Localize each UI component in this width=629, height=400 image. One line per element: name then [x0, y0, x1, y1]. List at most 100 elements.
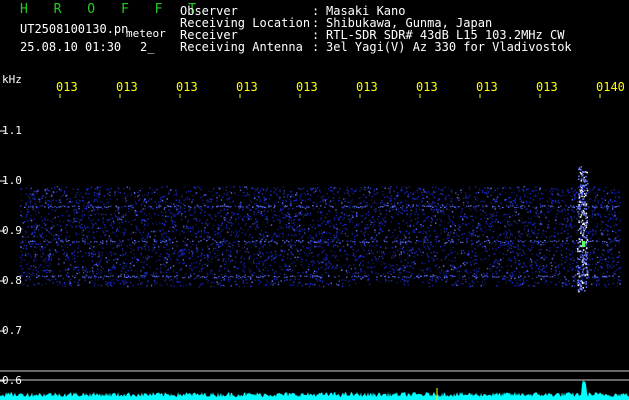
noise-dot — [191, 214, 193, 216]
noise-dot — [177, 281, 179, 283]
noise-dot — [423, 213, 425, 215]
noise-dot — [336, 264, 339, 267]
noise-dot — [594, 248, 596, 250]
noise-dot — [509, 187, 511, 189]
noise-dot — [24, 221, 26, 223]
noise-dot — [529, 250, 531, 252]
noise-dot — [111, 217, 113, 220]
noise-dot — [110, 251, 112, 254]
noise-dot — [476, 210, 478, 212]
noise-dot — [394, 237, 396, 240]
noise-dot — [223, 209, 225, 211]
noise-dot — [147, 254, 149, 257]
noise-dot — [167, 268, 170, 271]
noise-dot — [485, 190, 488, 192]
noise-dot — [253, 213, 255, 215]
noise-dot — [52, 224, 54, 226]
noise-dot — [601, 227, 603, 229]
noise-dot — [229, 191, 231, 193]
noise-dot — [612, 240, 614, 243]
noise-dot — [291, 247, 293, 250]
noise-dot — [404, 241, 407, 244]
noise-dot — [72, 201, 74, 203]
noise-dot — [162, 223, 164, 225]
noise-dot — [443, 187, 445, 189]
noise-dot — [96, 193, 98, 195]
noise-dot — [388, 280, 390, 282]
noise-dot — [203, 232, 206, 234]
noise-dot — [398, 254, 401, 256]
noise-dot — [310, 237, 313, 239]
noise-dot — [201, 252, 203, 255]
noise-dot — [596, 191, 599, 193]
noise-dot — [298, 233, 301, 235]
noise-dot — [308, 266, 310, 268]
noise-dot — [199, 187, 201, 189]
noise-dot — [379, 224, 381, 227]
noise-dot — [282, 260, 284, 262]
noise-dot — [115, 210, 117, 213]
noise-dot — [315, 235, 317, 237]
noise-dot — [402, 246, 405, 248]
noise-dot — [125, 199, 128, 202]
noise-dot — [407, 193, 410, 195]
noise-dot — [154, 247, 156, 249]
noise-dot — [581, 278, 583, 280]
noise-dot — [448, 187, 450, 189]
noise-dot — [368, 214, 370, 216]
noise-dot — [270, 190, 272, 192]
noise-dot — [619, 271, 622, 273]
noise-dot — [223, 258, 225, 261]
noise-dot — [567, 236, 569, 239]
noise-dot — [397, 192, 399, 194]
noise-dot — [586, 243, 588, 246]
noise-dot — [525, 257, 528, 259]
noise-dot — [204, 221, 207, 224]
noise-dot — [97, 219, 100, 221]
noise-dot — [556, 213, 558, 216]
noise-dot — [346, 272, 348, 274]
noise-dot — [407, 196, 410, 198]
noise-dot — [103, 224, 106, 226]
noise-dot — [289, 279, 291, 281]
noise-dot — [238, 245, 240, 247]
noise-dot — [292, 284, 295, 286]
noise-dot — [27, 267, 29, 270]
noise-dot — [383, 267, 386, 269]
noise-dot — [565, 278, 567, 280]
noise-dot — [565, 194, 567, 197]
noise-dot — [221, 254, 224, 256]
noise-dot — [436, 257, 439, 260]
noise-dot — [216, 200, 218, 202]
noise-dot — [153, 249, 155, 251]
noise-dot — [24, 233, 27, 235]
noise-dot — [405, 243, 408, 245]
noise-dot — [335, 187, 337, 189]
noise-dot — [158, 201, 160, 204]
noise-dot — [415, 223, 417, 225]
noise-dot — [441, 249, 443, 251]
noise-dot — [97, 256, 99, 258]
noise-dot — [515, 267, 518, 270]
noise-dot — [510, 277, 512, 280]
noise-dot — [50, 193, 53, 195]
noise-dot — [576, 281, 578, 284]
noise-dot — [264, 260, 266, 262]
noise-dot — [460, 212, 462, 214]
noise-dot — [354, 226, 356, 228]
noise-dot — [342, 245, 345, 247]
noise-dot — [332, 188, 335, 190]
noise-dot — [255, 207, 258, 210]
noise-dot — [381, 255, 383, 257]
noise-dot — [275, 193, 277, 195]
noise-dot — [107, 285, 109, 287]
noise-dot — [447, 215, 450, 217]
noise-dot — [360, 268, 362, 270]
noise-dot — [505, 213, 508, 216]
noise-dot — [139, 189, 141, 192]
noise-dot — [368, 283, 371, 286]
noise-dot — [397, 202, 399, 204]
noise-dot — [193, 208, 195, 210]
noise-dot — [545, 257, 547, 259]
noise-dot — [554, 262, 556, 264]
